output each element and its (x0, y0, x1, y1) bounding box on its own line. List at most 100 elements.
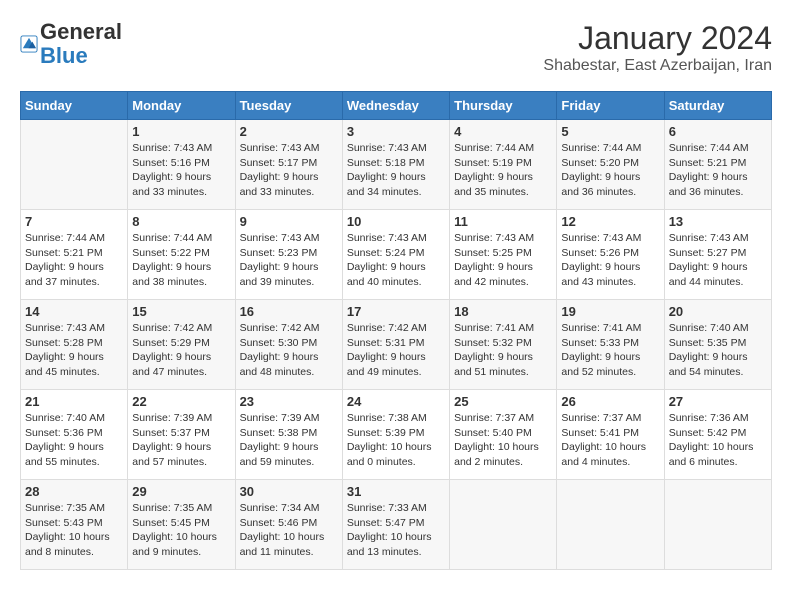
day-info: Sunrise: 7:44 AMSunset: 5:20 PMDaylight:… (561, 141, 659, 200)
week-row-2: 7Sunrise: 7:44 AMSunset: 5:21 PMDaylight… (21, 210, 772, 300)
calendar-cell: 20 Sunrise: 7:40 AMSunset: 5:35 PMDayligh… (664, 300, 771, 390)
day-info: Sunrise: 7:35 AMSunset: 5:43 PMDaylight:… (25, 501, 123, 560)
day-info: Sunrise: 7:41 AMSunset: 5:32 PMDaylight:… (454, 321, 552, 380)
calendar-cell: 26 Sunrise: 7:37 AMSunset: 5:41 PMDayligh… (557, 390, 664, 480)
week-row-5: 28 Sunrise: 7:35 AMSunset: 5:43 PMDayligh… (21, 480, 772, 570)
calendar-cell: 25Sunrise: 7:37 AMSunset: 5:40 PMDayligh… (450, 390, 557, 480)
logo-line1: General (40, 20, 122, 44)
day-info: Sunrise: 7:43 AMSunset: 5:23 PMDaylight:… (240, 231, 338, 290)
day-number: 19 (561, 304, 659, 319)
day-number: 6 (669, 124, 767, 139)
month-year: January 2024 (543, 20, 772, 57)
calendar-cell: 14 Sunrise: 7:43 AMSunset: 5:28 PMDayligh… (21, 300, 128, 390)
day-number: 1 (132, 124, 230, 139)
day-info: Sunrise: 7:40 AMSunset: 5:35 PMDaylight:… (669, 321, 767, 380)
day-info: Sunrise: 7:44 AMSunset: 5:22 PMDaylight:… (132, 231, 230, 290)
day-number: 21 (25, 394, 123, 409)
day-info: Sunrise: 7:36 AMSunset: 5:42 PMDaylight:… (669, 411, 767, 470)
day-number: 2 (240, 124, 338, 139)
calendar-cell: 23 Sunrise: 7:39 AMSunset: 5:38 PMDayligh… (235, 390, 342, 480)
day-number: 28 (25, 484, 123, 499)
day-info: Sunrise: 7:40 AMSunset: 5:36 PMDaylight:… (25, 411, 123, 470)
calendar-cell: 22 Sunrise: 7:39 AMSunset: 5:37 PMDayligh… (128, 390, 235, 480)
calendar-cell: 19 Sunrise: 7:41 AMSunset: 5:33 PMDayligh… (557, 300, 664, 390)
calendar-cell: 21 Sunrise: 7:40 AMSunset: 5:36 PMDayligh… (21, 390, 128, 480)
day-number: 24 (347, 394, 445, 409)
weekday-header-row: SundayMondayTuesdayWednesdayThursdayFrid… (21, 92, 772, 120)
calendar-cell: 3Sunrise: 7:43 AMSunset: 5:18 PMDaylight… (342, 120, 449, 210)
calendar-header: SundayMondayTuesdayWednesdayThursdayFrid… (21, 92, 772, 120)
day-number: 22 (132, 394, 230, 409)
day-info: Sunrise: 7:44 AMSunset: 5:21 PMDaylight:… (669, 141, 767, 200)
calendar-cell: 1 Sunrise: 7:43 AMSunset: 5:16 PMDaylight… (128, 120, 235, 210)
week-row-4: 21 Sunrise: 7:40 AMSunset: 5:36 PMDayligh… (21, 390, 772, 480)
calendar-cell: 28 Sunrise: 7:35 AMSunset: 5:43 PMDayligh… (21, 480, 128, 570)
day-info: Sunrise: 7:41 AMSunset: 5:33 PMDaylight:… (561, 321, 659, 380)
day-number: 4 (454, 124, 552, 139)
calendar-cell: 11Sunrise: 7:43 AMSunset: 5:25 PMDayligh… (450, 210, 557, 300)
calendar-body: 1 Sunrise: 7:43 AMSunset: 5:16 PMDaylight… (21, 120, 772, 570)
weekday-header-saturday: Saturday (664, 92, 771, 120)
calendar-cell: 30 Sunrise: 7:34 AMSunset: 5:46 PMDayligh… (235, 480, 342, 570)
day-info: Sunrise: 7:39 AMSunset: 5:38 PMDaylight:… (240, 411, 338, 470)
calendar-cell: 15Sunrise: 7:42 AMSunset: 5:29 PMDayligh… (128, 300, 235, 390)
calendar-cell: 24 Sunrise: 7:38 AMSunset: 5:39 PMDayligh… (342, 390, 449, 480)
day-number: 9 (240, 214, 338, 229)
day-info: Sunrise: 7:43 AMSunset: 5:16 PMDaylight:… (132, 141, 230, 200)
calendar-cell: 13 Sunrise: 7:43 AMSunset: 5:27 PMDayligh… (664, 210, 771, 300)
day-info: Sunrise: 7:43 AMSunset: 5:27 PMDaylight:… (669, 231, 767, 290)
day-number: 23 (240, 394, 338, 409)
weekday-header-thursday: Thursday (450, 92, 557, 120)
day-number: 20 (669, 304, 767, 319)
calendar-cell: 6 Sunrise: 7:44 AMSunset: 5:21 PMDaylight… (664, 120, 771, 210)
day-info: Sunrise: 7:43 AMSunset: 5:26 PMDaylight:… (561, 231, 659, 290)
day-number: 31 (347, 484, 445, 499)
calendar-cell (21, 120, 128, 210)
day-number: 18 (454, 304, 552, 319)
calendar-cell: 8 Sunrise: 7:44 AMSunset: 5:22 PMDaylight… (128, 210, 235, 300)
day-info: Sunrise: 7:43 AMSunset: 5:28 PMDaylight:… (25, 321, 123, 380)
day-info: Sunrise: 7:43 AMSunset: 5:17 PMDaylight:… (240, 141, 338, 200)
calendar-cell: 17Sunrise: 7:42 AMSunset: 5:31 PMDayligh… (342, 300, 449, 390)
day-number: 5 (561, 124, 659, 139)
day-number: 10 (347, 214, 445, 229)
day-number: 29 (132, 484, 230, 499)
calendar-cell: 18 Sunrise: 7:41 AMSunset: 5:32 PMDayligh… (450, 300, 557, 390)
day-info: Sunrise: 7:42 AMSunset: 5:30 PMDaylight:… (240, 321, 338, 380)
page-header: General Blue January 2024 Shabestar, Eas… (20, 20, 772, 75)
weekday-header-sunday: Sunday (21, 92, 128, 120)
day-number: 11 (454, 214, 552, 229)
day-number: 8 (132, 214, 230, 229)
day-number: 30 (240, 484, 338, 499)
day-number: 12 (561, 214, 659, 229)
week-row-1: 1 Sunrise: 7:43 AMSunset: 5:16 PMDaylight… (21, 120, 772, 210)
day-info: Sunrise: 7:39 AMSunset: 5:37 PMDaylight:… (132, 411, 230, 470)
day-info: Sunrise: 7:42 AMSunset: 5:31 PMDaylight:… (347, 321, 445, 380)
calendar-cell: 27 Sunrise: 7:36 AMSunset: 5:42 PMDayligh… (664, 390, 771, 480)
calendar-cell: 5 Sunrise: 7:44 AMSunset: 5:20 PMDaylight… (557, 120, 664, 210)
calendar-cell: 29Sunrise: 7:35 AMSunset: 5:45 PMDayligh… (128, 480, 235, 570)
day-info: Sunrise: 7:33 AMSunset: 5:47 PMDaylight:… (347, 501, 445, 560)
day-info: Sunrise: 7:38 AMSunset: 5:39 PMDaylight:… (347, 411, 445, 470)
calendar-cell (557, 480, 664, 570)
day-info: Sunrise: 7:42 AMSunset: 5:29 PMDaylight:… (132, 321, 230, 380)
calendar-cell: 2 Sunrise: 7:43 AMSunset: 5:17 PMDaylight… (235, 120, 342, 210)
calendar-cell: 10 Sunrise: 7:43 AMSunset: 5:24 PMDayligh… (342, 210, 449, 300)
day-info: Sunrise: 7:37 AMSunset: 5:41 PMDaylight:… (561, 411, 659, 470)
calendar-cell: 16Sunrise: 7:42 AMSunset: 5:30 PMDayligh… (235, 300, 342, 390)
day-number: 7 (25, 214, 123, 229)
calendar-cell (450, 480, 557, 570)
day-number: 27 (669, 394, 767, 409)
calendar-cell: 4Sunrise: 7:44 AMSunset: 5:19 PMDaylight… (450, 120, 557, 210)
logo-line2: Blue (40, 44, 122, 68)
day-info: Sunrise: 7:34 AMSunset: 5:46 PMDaylight:… (240, 501, 338, 560)
location: Shabestar, East Azerbaijan, Iran (543, 57, 772, 75)
weekday-header-monday: Monday (128, 92, 235, 120)
day-number: 25 (454, 394, 552, 409)
day-number: 13 (669, 214, 767, 229)
day-info: Sunrise: 7:43 AMSunset: 5:24 PMDaylight:… (347, 231, 445, 290)
day-number: 26 (561, 394, 659, 409)
logo: General Blue (20, 20, 122, 68)
day-number: 14 (25, 304, 123, 319)
weekday-header-tuesday: Tuesday (235, 92, 342, 120)
